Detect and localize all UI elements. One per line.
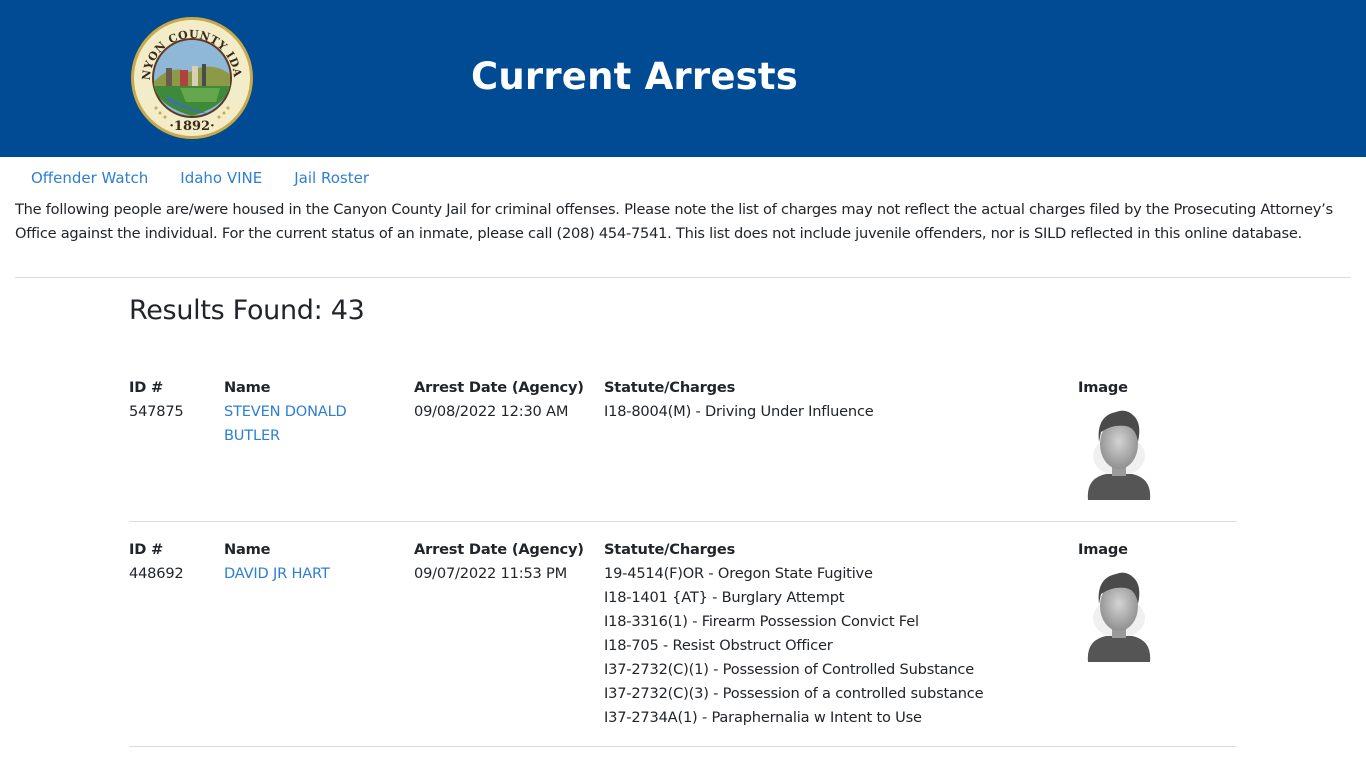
arrest-date-label: Arrest Date (Agency) [414,541,584,558]
person-placeholder-icon[interactable] [1086,406,1152,500]
id-label: ID # [129,379,164,396]
divider [15,277,1351,278]
arrest-date: 09/08/2022 12:30 AM [414,403,569,420]
arrest-record: ID # 547875 Name STEVEN DONALD BUTLER Ar… [129,376,1237,522]
page-title: Current Arrests [471,55,798,98]
results-count-heading: Results Found: 43 [129,295,365,326]
arrest-date-column: Arrest Date (Agency) 09/08/2022 12:30 AM [414,376,599,424]
record-divider [129,521,1237,522]
charge-item: I37-2734A(1) - Paraphernalia w Intent to… [604,709,922,726]
svg-text:·1892·: ·1892· [169,119,214,134]
charge-item: I37-2732(C)(1) - Possession of Controlle… [604,661,975,678]
inmate-name-line1: DAVID JR HART [224,565,330,582]
id-label: ID # [129,541,164,558]
name-column: Name DAVID JR HART [224,538,404,586]
nav-link-offender-watch[interactable]: Offender Watch [15,166,164,190]
arrest-date-label: Arrest Date (Agency) [414,379,584,396]
charge-item: 19-4514(F)OR - Oregon State Fugitive [604,565,873,582]
nav-link-jail-roster[interactable]: Jail Roster [278,166,385,190]
id-column: ID # 448692 [129,538,219,586]
charges-label: Statute/Charges [604,379,736,396]
page-header: CANYON COUNTY IDAHO ·1892· Current Arres… [0,0,1366,157]
intro-text: The following people are/were housed in … [15,201,1333,242]
inmate-name-link[interactable]: STEVEN DONALD BUTLER [224,400,404,448]
name-label: Name [224,541,271,558]
inmate-name-link[interactable]: DAVID JR HART [224,562,404,586]
person-placeholder-icon[interactable] [1086,568,1152,662]
image-label: Image [1078,541,1128,558]
inmate-name-line1: STEVEN DONALD [224,403,347,420]
arrest-date-column: Arrest Date (Agency) 09/07/2022 11:53 PM [414,538,599,586]
top-nav: Offender Watch Idaho VINE Jail Roster [15,166,385,190]
name-label: Name [224,379,271,396]
inmate-id: 448692 [129,565,184,582]
county-seal-icon: CANYON COUNTY IDAHO ·1892· [130,16,253,139]
charge-item: I18-1401 {AT} - Burglary Attempt [604,589,845,606]
record-divider [129,746,1237,747]
charge-item: I18-8004(M) - Driving Under Influence [604,403,874,420]
inmate-id: 547875 [129,403,184,420]
inmate-name-line2: BUTLER [224,427,280,444]
image-column: Image [1078,376,1178,500]
charge-item: I18-3316(1) - Firearm Possession Convict… [604,613,919,630]
charge-item: I37-2732(C)(3) - Possession of a control… [604,685,984,702]
name-column: Name STEVEN DONALD BUTLER [224,376,404,448]
charge-item: I18-705 - Resist Obstruct Officer [604,637,833,654]
charges-label: Statute/Charges [604,541,736,558]
charges-column: Statute/Charges I18-8004(M) - Driving Un… [604,376,1064,424]
id-column: ID # 547875 [129,376,219,424]
image-column: Image [1078,538,1178,662]
arrest-date: 09/07/2022 11:53 PM [414,565,568,582]
image-label: Image [1078,379,1128,396]
arrest-record: ID # 448692 Name DAVID JR HART Arrest Da… [129,538,1237,748]
charges-column: Statute/Charges 19-4514(F)OR - Oregon St… [604,538,1064,730]
nav-link-idaho-vine[interactable]: Idaho VINE [164,166,278,190]
